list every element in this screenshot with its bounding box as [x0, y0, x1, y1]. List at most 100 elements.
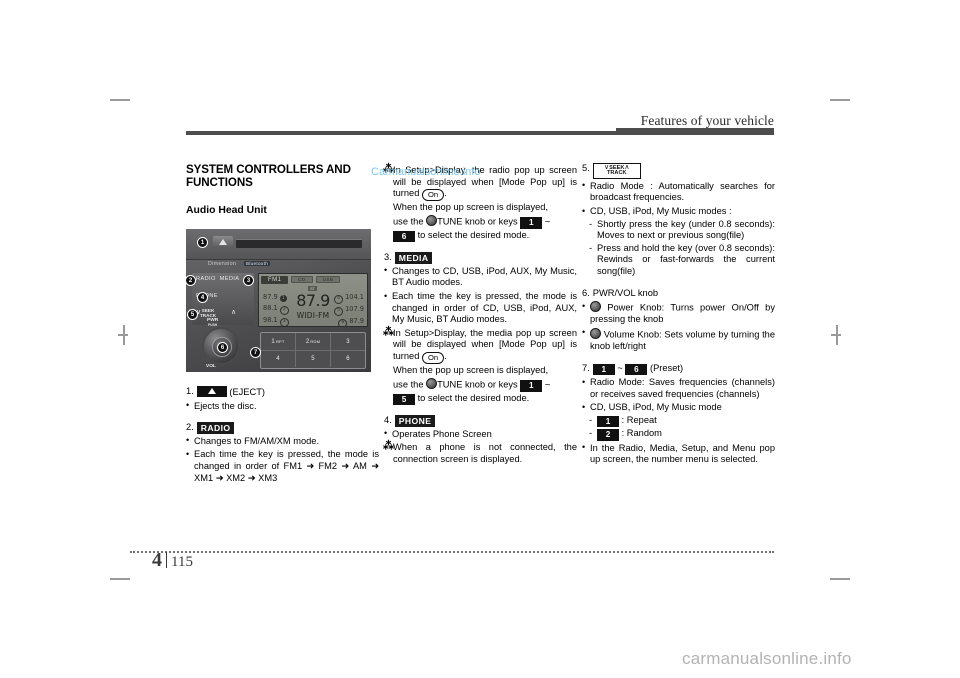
- crop-mark-bottom-right: [830, 578, 850, 580]
- crop-mark-left-tick: [118, 334, 128, 336]
- crop-mark-top-right: [830, 99, 850, 101]
- key-5-icon: 5: [393, 393, 415, 406]
- item2-popup-line3-text: to select the desired mode.: [417, 229, 530, 240]
- preset-pad-button-5: 5: [296, 350, 331, 367]
- preset-num-4: 4: [334, 295, 344, 304]
- item2-popup-line1: When the pop up screen is displayed,: [393, 202, 549, 213]
- preset-freq-2: 88.1: [263, 303, 278, 312]
- callout-6: 6: [217, 342, 228, 353]
- power-knob-icon: [590, 301, 601, 313]
- preset-pad-button-4: 4: [261, 350, 296, 367]
- preset-pad-sub-2: RDM: [310, 339, 321, 344]
- seek-up-chevron-icon: ∧: [231, 309, 237, 316]
- key-1-icon-repeat: 1: [597, 415, 619, 428]
- tilde-a: ~: [544, 216, 551, 227]
- watermark-bottom: carmanualsonline.info: [682, 649, 852, 668]
- item7-label: (Preset): [649, 362, 684, 373]
- preset-freq-3: 98.1: [263, 315, 278, 324]
- preset-freq-6: 87.9: [349, 317, 364, 325]
- section-heading: SYSTEM CONTROLLERS AND FUNCTIONS: [186, 163, 351, 189]
- crop-mark-bottom-left: [110, 578, 130, 580]
- callout-7: 7: [250, 347, 261, 358]
- item4-bullet-1: Operates Phone Screen: [384, 428, 577, 441]
- item7-bullet-1: Radio Mode: Saves frequencies (channels)…: [582, 377, 775, 400]
- item1-bullet-1: Ejects the disc.: [186, 400, 379, 413]
- lcd-presets-left: 87.9 1 88.1 2 98.1 3: [263, 292, 291, 326]
- list-item-5: 5. ∨SEEK∧ TRACK: [582, 163, 775, 179]
- item2-note-tail: .: [444, 188, 447, 199]
- item5-dash-1: Shortly press the key (under 0.8 seconds…: [582, 219, 775, 242]
- key-1-icon-b: 1: [520, 380, 543, 392]
- key-1-icon-c: 1: [592, 363, 615, 376]
- lcd-tab-fm1: FM1: [261, 275, 289, 284]
- tune-knob-icon-1: [426, 214, 438, 226]
- item-number-3: 3.: [384, 252, 392, 263]
- item5-bullet-2: CD, USB, iPod, My Music modes :: [582, 206, 775, 218]
- callout-4: 4: [197, 292, 208, 303]
- item3-bullet-1: Changes to CD, USB, iPod, AUX, My Music,…: [384, 265, 577, 289]
- preset-pad-label-1: 1: [271, 338, 275, 345]
- preset-pad-button-2: 2 RDM: [296, 333, 331, 350]
- tune-knob-icon-2: [426, 377, 438, 389]
- lcd-preset-left-1: 87.9 1: [263, 292, 291, 303]
- footer-dotted-rule: [130, 551, 774, 553]
- item2-popup-line3: 6 to select the desired mode.: [384, 230, 577, 243]
- header-rule-accent: [616, 128, 774, 135]
- item1-label: (EJECT): [229, 387, 265, 397]
- brand-name: Dimension: [208, 261, 237, 267]
- lcd-preset-left-3: 98.1 3: [263, 315, 291, 326]
- seek-track-button-illustration: SEEK TRACK: [200, 308, 217, 318]
- item3-popup-line3: 5 to select the desired mode.: [384, 393, 577, 406]
- on-pill-2: On: [421, 351, 445, 365]
- disc-slot: [236, 239, 362, 248]
- item-number-6: 6.: [582, 287, 590, 298]
- item6-bullet-1: Power Knob: Turns power On/Off by pressi…: [582, 301, 775, 326]
- preset-pad-sub-1: RPT: [275, 339, 285, 344]
- item3-bullet-2: Each time the key is pressed, the mode i…: [384, 291, 577, 326]
- item2-bullet-1: Changes to FM/AM/XM mode.: [186, 435, 379, 448]
- track-label: TRACK: [200, 312, 217, 318]
- item7-bullet-2: CD, USB, iPod, My Music mode: [582, 402, 775, 414]
- list-item-6: 6. PWR/VOL knob: [582, 288, 775, 300]
- callout-5: 5: [187, 309, 198, 320]
- column-two: In Setup>Display, the radio pop up scree…: [383, 163, 577, 466]
- callout-3: 3: [243, 275, 254, 286]
- preset-pad-button-1: 1 RPT: [261, 333, 296, 350]
- item6-bullet-2: Volume Knob: Sets volume by turning the …: [582, 327, 775, 353]
- preset-button-pad: 1 RPT 2 RDM 3 4 5 6: [260, 332, 366, 369]
- item7-dash-2-text: : Random: [621, 428, 662, 439]
- preset-pad-row-1: 1 RPT 2 RDM 3: [261, 333, 365, 351]
- list-item-7: 7. 1 ~ 6 (Preset): [582, 363, 775, 376]
- preset-num-5: 5: [334, 307, 344, 316]
- key-6-icon-a: 6: [393, 230, 415, 243]
- lcd-presets-right: 4 104.1 5 107.9 6 87.9: [332, 292, 364, 326]
- preset-freq-1: 87.9: [263, 293, 278, 301]
- item3-popup-line2: use the TUNE knob or keys 1 ~: [384, 377, 577, 392]
- list-item-1: 1. (EJECT): [186, 386, 379, 399]
- list-item-3: 3. MEDIA: [384, 252, 577, 264]
- seek-track-key-icon: ∨SEEK∧ TRACK: [592, 163, 641, 179]
- item7-dash-2: 2 : Random: [582, 428, 775, 441]
- item4-note: When a phone is not connected, the conne…: [383, 441, 577, 465]
- list-item-4: 4. PHONE: [384, 415, 577, 427]
- phone-key-label: PHONE: [394, 415, 436, 427]
- bluetooth-icon: Bluetooth: [243, 261, 271, 266]
- callout-2: 2: [185, 275, 196, 286]
- audio-head-unit-illustration: Dimension Bluetooth RADIO MEDIA PHONE ∨ …: [185, 229, 371, 372]
- item3-popup-line3-text: to select the desired mode.: [417, 392, 530, 403]
- radio-button-illustration: RADIO: [196, 276, 216, 282]
- push-text: PUSH: [208, 323, 218, 327]
- item2-popup-line2: use the TUNE knob or keys 1 ~: [384, 214, 577, 229]
- item2-popup-pre: use the: [393, 216, 424, 227]
- preset-freq-4: 104.1: [345, 293, 364, 301]
- preset-pad-button-6: 6: [346, 355, 350, 362]
- item3-note: In Setup>Display, the media pop up scree…: [383, 327, 577, 365]
- eject-key-icon: [196, 386, 227, 397]
- item5-dash-2: Press and hold the key (over 0.8 seconds…: [582, 243, 775, 278]
- column-three: 5. ∨SEEK∧ TRACK Radio Mode : Automatical…: [582, 163, 775, 466]
- lcd-display: FM1 CD USB ST 87.9 1 88.1 2 98.1 3 4 104.1: [258, 273, 368, 327]
- tilde-b: ~: [544, 379, 551, 390]
- media-key-label: MEDIA: [394, 252, 433, 264]
- media-button-illustration: MEDIA: [219, 276, 240, 282]
- lcd-tab-cd: CD: [291, 276, 313, 283]
